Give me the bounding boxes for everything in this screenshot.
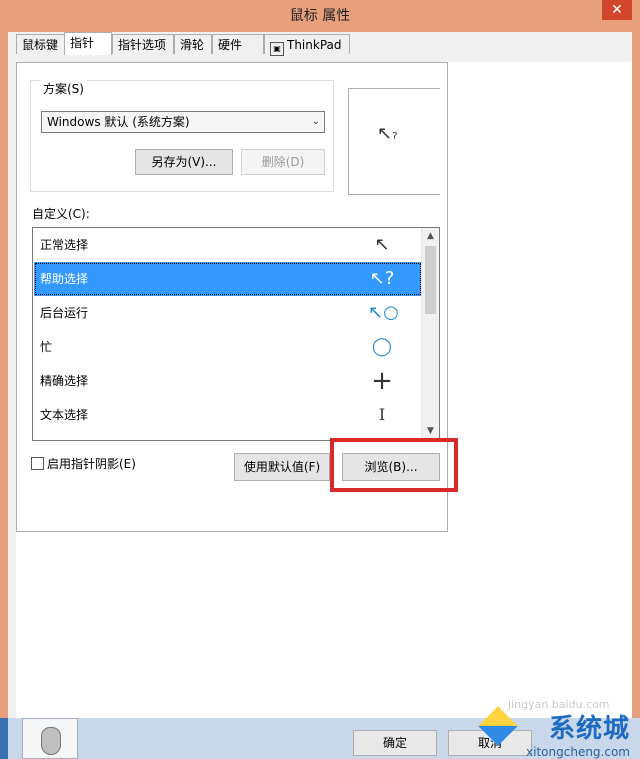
highlight-annotation xyxy=(330,438,458,492)
list-item-label: 帮助选择 xyxy=(40,272,89,286)
taskbar-edge xyxy=(0,718,8,759)
tab-thinkpad[interactable]: ▣ ThinkPad xyxy=(264,34,350,56)
tab-pointer-options[interactable]: 指针选项 xyxy=(112,34,174,54)
delete-button[interactable]: 删除(D) xyxy=(241,149,325,175)
ok-button[interactable]: 确定 xyxy=(353,730,437,756)
list-item[interactable]: 忙 ◯ xyxy=(34,330,422,364)
scheme-dropdown[interactable]: Windows 默认 (系统方案) ⌄ xyxy=(41,111,325,133)
pointer-shadow-checkbox[interactable] xyxy=(31,457,44,470)
window-title: 鼠标 属性 xyxy=(289,8,351,24)
close-icon[interactable]: ✕ xyxy=(602,0,632,20)
scheme-selected: Windows 默认 (系统方案) xyxy=(47,115,190,129)
tab-pointers[interactable]: 指针 xyxy=(64,32,112,55)
tab-wheel[interactable]: 滑轮 xyxy=(174,34,212,54)
save-as-button[interactable]: 另存为(V)... xyxy=(135,149,233,175)
title-bar: 鼠标 属性 ✕ xyxy=(0,0,640,32)
list-item[interactable]: 精确选择 + xyxy=(34,364,422,398)
pointer-shadow-label: 启用指针阴影(E) xyxy=(47,457,136,471)
scheme-label: 方案(S) xyxy=(40,80,87,97)
working-cursor-icon: ↖○ xyxy=(368,302,399,323)
pointer-shadow-option[interactable]: 启用指针阴影(E) xyxy=(31,457,136,471)
tab-hardware[interactable]: 硬件 xyxy=(212,34,264,54)
window-frame-right xyxy=(632,0,640,759)
list-item-label: 后台运行 xyxy=(40,306,89,320)
list-item-label: 文本选择 xyxy=(40,408,89,422)
dialog-client-area: 鼠标键 指针 指针选项 滑轮 硬件 ▣ ThinkPad 方案(S) Window… xyxy=(8,32,632,718)
list-scrollbar[interactable]: ▲ ▼ xyxy=(421,228,439,440)
crosshair-cursor-icon: + xyxy=(371,366,393,396)
customize-label: 自定义(C): xyxy=(32,207,90,221)
scroll-thumb[interactable] xyxy=(425,246,436,314)
tab-label: 指针选项 xyxy=(118,38,167,52)
scroll-up-icon[interactable]: ▲ xyxy=(422,228,439,245)
text-cursor-icon: I xyxy=(378,405,386,424)
mouse-icon xyxy=(41,727,61,755)
list-item-label: 精确选择 xyxy=(40,374,89,388)
tab-label: 指针 xyxy=(70,36,95,50)
help-cursor-preview-icon: ↖? xyxy=(377,123,398,144)
list-item[interactable]: 正常选择 ↖ xyxy=(34,228,422,262)
list-item-selected[interactable]: 帮助选择 ↖? xyxy=(34,262,422,296)
tab-label: ThinkPad xyxy=(287,38,342,52)
cursor-list[interactable]: 正常选择 ↖ 帮助选择 ↖? 后台运行 ↖○ 忙 ◯ 精确选择 + 文本选择 I… xyxy=(32,227,440,441)
arrow-cursor-icon: ↖ xyxy=(374,234,390,255)
watermark-brand: 系统城 xyxy=(548,714,630,744)
list-item-label: 正常选择 xyxy=(40,238,89,252)
tab-label: 硬件 xyxy=(218,38,243,52)
tab-label: 滑轮 xyxy=(180,38,205,52)
help-cursor-icon: ↖? xyxy=(369,268,395,289)
list-item[interactable]: 文本选择 I xyxy=(34,398,422,432)
chevron-down-icon: ⌄ xyxy=(311,116,320,127)
use-default-button[interactable]: 使用默认值(F) xyxy=(234,453,330,481)
mouse-app-icon[interactable] xyxy=(22,718,78,759)
window-frame-left xyxy=(0,0,8,759)
watermark-url: xitongcheng.com xyxy=(526,745,630,759)
site-watermark: 系统城 xitongcheng.com xyxy=(478,706,630,759)
list-item[interactable]: 后台运行 ↖○ xyxy=(34,296,422,330)
panel-bottom xyxy=(16,532,632,718)
tab-label: 鼠标键 xyxy=(22,38,59,52)
busy-cursor-icon: ◯ xyxy=(371,336,393,357)
thinkpad-icon: ▣ xyxy=(270,42,284,56)
cursor-preview: ↖? xyxy=(348,88,440,195)
list-item-label: 忙 xyxy=(40,340,53,354)
tab-buttons[interactable]: 鼠标键 xyxy=(16,34,66,54)
